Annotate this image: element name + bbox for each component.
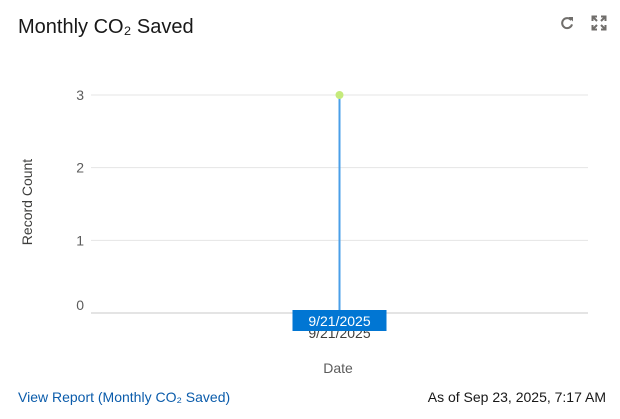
x-axis-title: Date: [323, 360, 353, 376]
x-highlight-label: 9/21/2025: [308, 313, 370, 329]
y-tick-label: 3: [76, 87, 84, 103]
y-axis-title: Record Count: [19, 159, 35, 245]
y-tick-label: 1: [76, 232, 84, 248]
y-tick-label: 2: [76, 160, 84, 176]
x-highlight-tooltip: 9/21/2025: [292, 310, 387, 331]
chart-area: 01239/21/20259/21/2025DateRecord Count: [19, 87, 588, 376]
y-tick-label: 0: [76, 297, 84, 313]
data-point: [335, 91, 344, 99]
as-of-timestamp: As of Sep 23, 2025, 7:17 AM: [427, 389, 606, 405]
view-report-link[interactable]: View Report (Monthly CO₂ Saved): [18, 389, 230, 405]
